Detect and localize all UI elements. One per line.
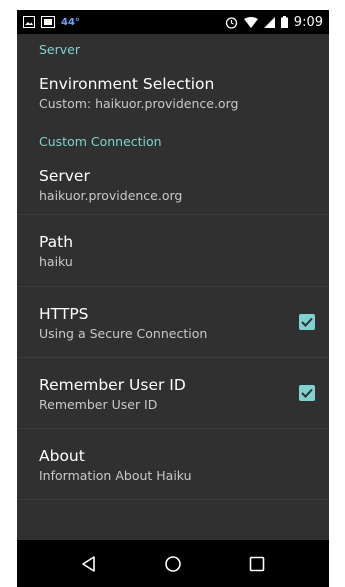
wifi-icon [243, 16, 258, 28]
setting-server[interactable]: Server haikuor.providence.org [17, 157, 329, 215]
setting-title: Server [39, 167, 90, 185]
battery-icon [280, 16, 288, 28]
status-bar-right: 9:09 [225, 15, 323, 30]
home-button[interactable] [153, 544, 193, 584]
recents-button[interactable] [237, 544, 277, 584]
setting-https[interactable]: HTTPS Using a Secure Connection [17, 287, 329, 358]
setting-title: Remember User ID [39, 376, 186, 394]
back-icon [82, 555, 95, 572]
setting-environment-selection[interactable]: Environment Selection Custom: haikuor.pr… [17, 65, 329, 127]
setting-subtitle: Using a Secure Connection [39, 326, 208, 341]
back-button[interactable] [69, 544, 109, 584]
setting-subtitle: Information About Haiku [39, 468, 192, 483]
setting-subtitle: haikuor.providence.org [39, 188, 183, 203]
setting-title: HTTPS [39, 305, 89, 323]
home-icon [165, 555, 181, 572]
clock-text: 9:09 [293, 14, 323, 30]
recents-icon [249, 556, 265, 571]
image-icon [23, 16, 35, 28]
navigation-bar [17, 540, 329, 587]
check-icon [301, 388, 313, 398]
setting-subtitle: haiku [39, 254, 73, 269]
remember-user-id-checkbox[interactable] [299, 385, 315, 401]
alarm-icon [225, 16, 238, 29]
temperature-text: 44° [61, 16, 80, 28]
status-bar-left: 44° [23, 16, 80, 28]
setting-path[interactable]: Path haiku [17, 215, 329, 287]
https-checkbox[interactable] [299, 314, 315, 330]
setting-title: About [39, 447, 85, 465]
check-icon [301, 317, 313, 327]
section-header-server: Server [39, 42, 80, 57]
setting-subtitle: Custom: haikuor.providence.org [39, 96, 239, 111]
setting-subtitle: Remember User ID [39, 397, 158, 412]
setting-remember-user-id[interactable]: Remember User ID Remember User ID [17, 358, 329, 429]
gallery-icon [41, 16, 55, 28]
phone-screen: 44° 9:09 Server Environment Selection Cu… [17, 10, 329, 587]
setting-about[interactable]: About Information About Haiku [17, 429, 329, 500]
signal-icon [263, 16, 275, 28]
setting-title: Path [39, 233, 74, 251]
section-header-custom-connection: Custom Connection [39, 134, 162, 149]
status-bar: 44° 9:09 [17, 10, 329, 34]
settings-list: Server Environment Selection Custom: hai… [17, 34, 329, 540]
setting-title: Environment Selection [39, 75, 215, 93]
